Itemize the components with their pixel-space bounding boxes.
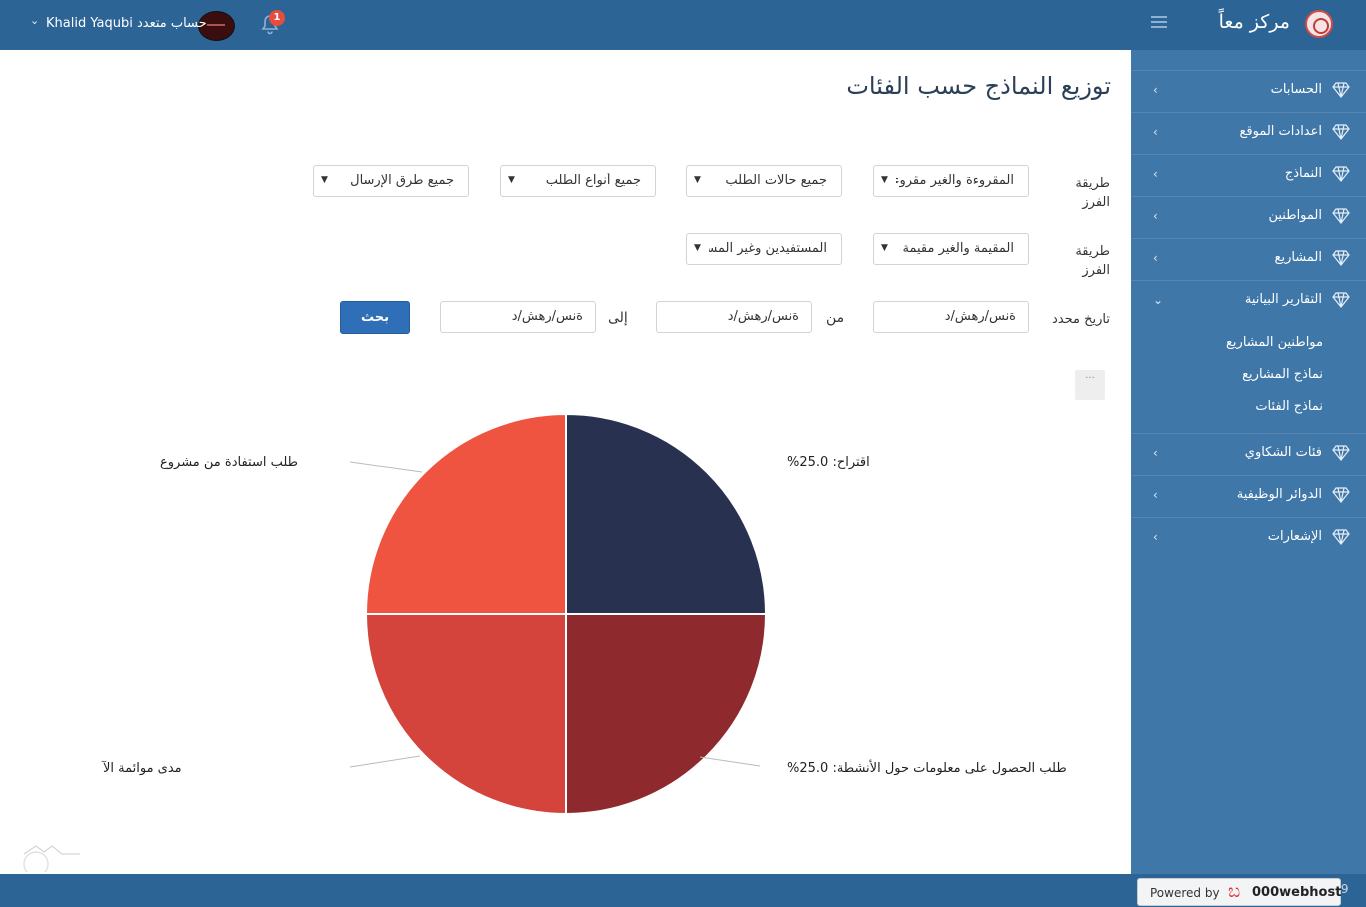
- select-value: جميع أنواع الطلب: [545, 173, 641, 188]
- label-leader-line: [699, 756, 761, 767]
- sidebar-item-label: التقارير البيانية: [1244, 292, 1322, 307]
- sidebar-item-label: الحسابات: [1270, 82, 1322, 97]
- diamond-icon: [1332, 124, 1350, 144]
- beneficiary-select[interactable]: المستفيدين وغير المستفيدين ▼: [686, 233, 842, 265]
- to-date-input[interactable]: ةنس/رهش/د: [440, 301, 596, 333]
- slice-label-project-benefit: طلب استفادة من مشروع: [160, 455, 298, 470]
- menu-toggle-icon[interactable]: [1151, 16, 1167, 28]
- dropdown-arrow-icon: ▼: [508, 175, 515, 185]
- chevron-left-icon: ‹: [1153, 488, 1158, 502]
- sidebar-subitem-project-citizens[interactable]: مواطنين المشاريع: [1226, 335, 1323, 350]
- label-leader-line: [349, 755, 421, 768]
- slice-label-info-request: طلب الحصول على معلومات حول الأنشطة: 25.0…: [787, 759, 1067, 776]
- notification-count-badge: 1: [269, 10, 285, 26]
- pie-slice-3[interactable]: [364, 613, 567, 816]
- diamond-icon: [1332, 445, 1350, 465]
- sidebar-item-label: المواطنين: [1268, 208, 1322, 223]
- brand-name[interactable]: مركز معاً: [1219, 11, 1290, 33]
- date-placeholder: ةنس/رهش/د: [727, 309, 799, 324]
- chevron-down-icon: ⌄: [1153, 293, 1164, 307]
- date-placeholder: ةنس/رهش/د: [511, 309, 583, 324]
- select-value: المقيمة والغير مقيمة: [902, 241, 1014, 256]
- specific-date-label: تاريخ محدد: [1052, 312, 1110, 327]
- sidebar-subitem-category-forms[interactable]: نماذج الفئات: [1255, 399, 1323, 414]
- chevron-left-icon: ‹: [1153, 209, 1158, 223]
- from-label: من: [826, 310, 845, 326]
- chevron-left-icon: ‹: [1153, 125, 1158, 139]
- chevron-left-icon: ‹: [1153, 530, 1158, 544]
- brand-logo[interactable]: [1305, 10, 1333, 38]
- diamond-icon: [1332, 208, 1350, 228]
- diamond-icon: [1332, 250, 1350, 270]
- dropdown-arrow-icon: ▼: [881, 243, 888, 253]
- select-value: جميع طرق الإرسال: [350, 173, 454, 188]
- sidebar-item-notifications[interactable]: الإشعارات ‹: [1131, 517, 1366, 557]
- user-menu-label[interactable]: Khalid Yaqubi حساب متعدد: [46, 16, 207, 31]
- powered-by-text: Powered by: [1150, 886, 1220, 900]
- diamond-icon: [1332, 292, 1350, 312]
- diamond-icon: [1332, 487, 1350, 507]
- send-method-select[interactable]: جميع طرق الإرسال ▼: [313, 165, 469, 197]
- sidebar-subitem-project-forms[interactable]: نماذج المشاريع: [1242, 367, 1323, 382]
- sidebar-item-site-settings[interactable]: اعدادات الموقع ‹: [1131, 112, 1366, 152]
- slice-label-suitability: مدى موائمة الآ: [101, 760, 182, 776]
- from-date-input[interactable]: ةنس/رهش/د: [656, 301, 812, 333]
- sidebar-item-forms[interactable]: النماذج ‹: [1131, 154, 1366, 194]
- dropdown-arrow-icon: ▼: [881, 175, 888, 185]
- diamond-icon: [1332, 166, 1350, 186]
- sort-method-label: طريقة الفرز: [1075, 176, 1110, 210]
- sort-method-label: طريقة الفرز: [1075, 244, 1110, 278]
- dropdown-arrow-icon: ▼: [694, 175, 701, 185]
- chevron-left-icon: ‹: [1153, 251, 1158, 265]
- pie-slice-4[interactable]: [364, 412, 567, 615]
- chevron-left-icon: ‹: [1153, 83, 1158, 97]
- chevron-left-icon: ‹: [1153, 167, 1158, 181]
- page-title: توزيع النماذج حسب الفئات: [846, 72, 1111, 100]
- request-type-select[interactable]: جميع أنواع الطلب ▼: [500, 165, 656, 197]
- chevron-down-icon[interactable]: ⌄: [30, 14, 39, 27]
- pie-chart: اقتراح: 25.0% طلب الحصول على معلومات حول…: [101, 412, 1067, 816]
- diamond-icon: [1332, 529, 1350, 549]
- diamond-icon: [1332, 82, 1350, 102]
- sidebar-item-label: الدوائر الوظيفية: [1236, 487, 1322, 502]
- webhost-name: 000webhost: [1252, 885, 1342, 900]
- pie-slice-1[interactable]: [565, 412, 768, 615]
- sidebar-item-reports[interactable]: التقارير البيانية ⌄: [1131, 280, 1366, 320]
- sidebar-item-label: اعدادات الموقع: [1239, 124, 1322, 139]
- date-placeholder: ةنس/رهش/د: [944, 309, 1016, 324]
- watermark-logo: [23, 845, 80, 872]
- sidebar-item-label: فئات الشكاوي: [1244, 445, 1322, 460]
- slice-label-suggestion: اقتراح: 25.0%: [787, 455, 870, 470]
- top-navbar: مركز معاً 1 Khalid Yaqubi حساب متعدد ⌄: [0, 0, 1366, 50]
- search-button[interactable]: بحث: [340, 301, 410, 334]
- request-status-select[interactable]: جميع حالات الطلب ▼: [686, 165, 842, 197]
- powered-by-badge[interactable]: Powered by ಬ 000webhost: [1137, 878, 1341, 906]
- select-value: جميع حالات الطلب: [725, 173, 827, 188]
- sidebar-item-citizens[interactable]: المواطنين ‹: [1131, 196, 1366, 236]
- residency-select[interactable]: المقيمة والغير مقيمة ▼: [873, 233, 1029, 265]
- sidebar: الحسابات ‹ اعدادات الموقع ‹ النماذج ‹ ال…: [1131, 50, 1366, 874]
- sidebar-item-label: النماذج: [1284, 166, 1322, 181]
- sidebar-item-projects[interactable]: المشاريع ‹: [1131, 238, 1366, 278]
- more-options-button[interactable]: ···: [1075, 370, 1105, 400]
- sidebar-item-label: الإشعارات: [1267, 529, 1322, 544]
- webhost-logo-icon: ಬ: [1228, 881, 1241, 902]
- chevron-left-icon: ‹: [1153, 446, 1158, 460]
- sidebar-item-departments[interactable]: الدوائر الوظيفية ‹: [1131, 475, 1366, 515]
- dropdown-arrow-icon: ▼: [321, 175, 328, 185]
- specific-date-input[interactable]: ةنس/رهش/د: [873, 301, 1029, 333]
- select-value: المقروءة والغير مقروءة: [896, 173, 1014, 188]
- sidebar-item-complaint-categories[interactable]: فئات الشكاوي ‹: [1131, 433, 1366, 473]
- pie-slice-2[interactable]: [565, 613, 768, 816]
- sidebar-item-label: المشاريع: [1274, 250, 1322, 265]
- label-leader-line: [349, 461, 423, 473]
- select-value: المستفيدين وغير المستفيدين: [709, 241, 827, 256]
- read-status-select[interactable]: المقروءة والغير مقروءة ▼: [873, 165, 1029, 197]
- dropdown-arrow-icon: ▼: [694, 243, 701, 253]
- sidebar-item-accounts[interactable]: الحسابات ‹: [1131, 70, 1366, 110]
- to-label: إلى: [608, 310, 628, 326]
